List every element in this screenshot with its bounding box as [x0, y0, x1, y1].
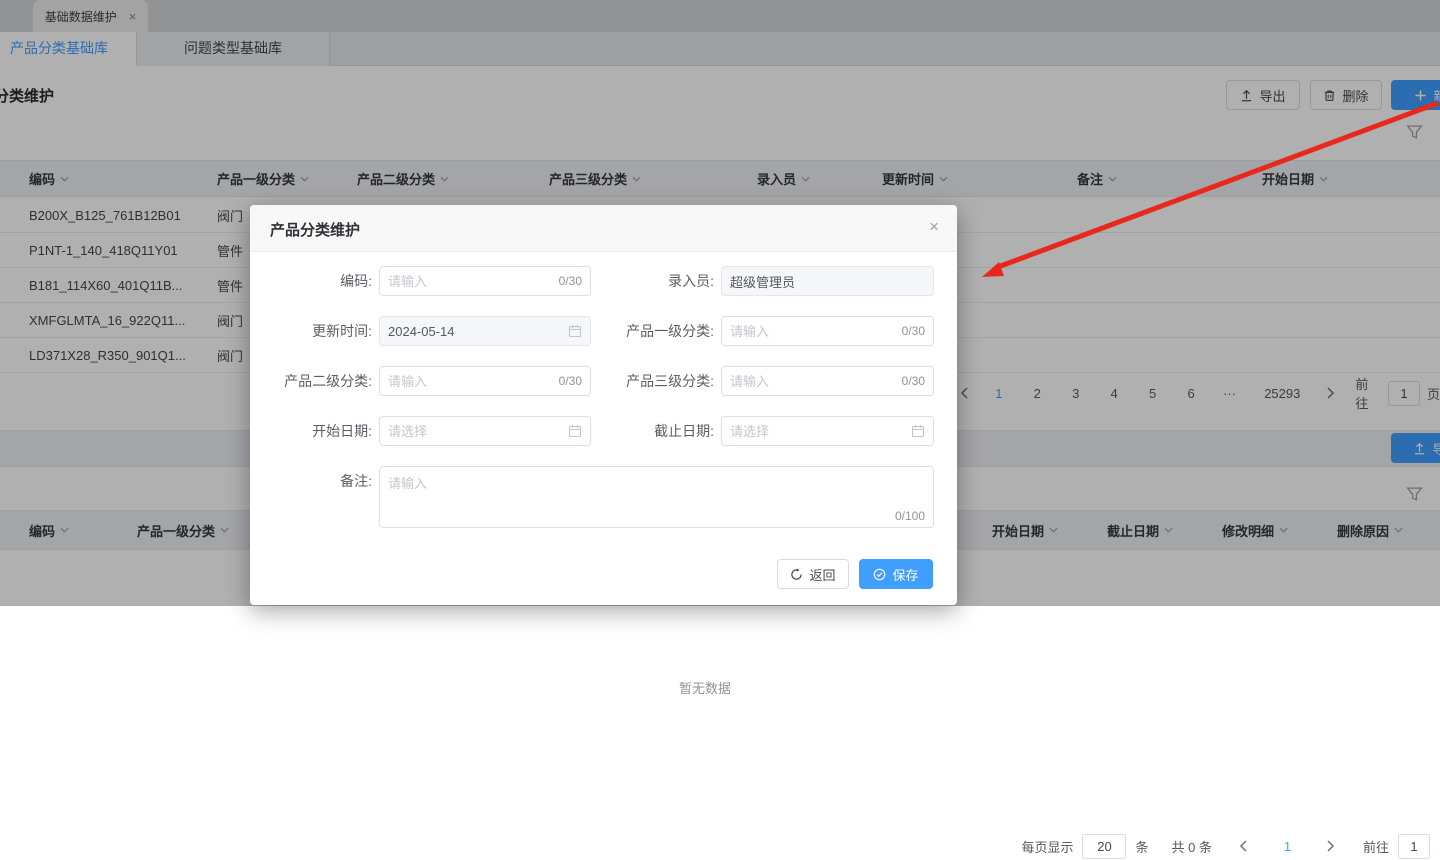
- level1-input[interactable]: [722, 323, 902, 339]
- level2-input-wrap: 0/30: [379, 366, 591, 396]
- field-label-operator: 录入员:: [668, 273, 714, 289]
- operator-input: [722, 273, 933, 289]
- update-time-input: [380, 323, 568, 339]
- field-label-update-time: 更新时间:: [312, 323, 372, 339]
- page: 基础数据维护 × 产品分类基础库 问题类型基础库 分类维护 导出 删除 新增: [0, 0, 1440, 860]
- next-page-icon[interactable]: [1316, 840, 1346, 852]
- field-label-start-date: 开始日期:: [312, 423, 372, 439]
- start-date-input[interactable]: [380, 423, 568, 439]
- goto-label: 前往: [1362, 839, 1389, 855]
- dialog-title: 产品分类维护: [270, 222, 361, 239]
- close-icon[interactable]: ×: [929, 217, 939, 237]
- dialog-form: 编码: 0/30 录入员: 更新时间: 产品一: [260, 266, 934, 528]
- page-number[interactable]: 1: [1268, 839, 1307, 854]
- start-date-picker[interactable]: [379, 416, 591, 446]
- calendar-icon: [911, 424, 925, 438]
- total-count: 共 0 条: [1171, 839, 1212, 855]
- undo-icon: [791, 568, 803, 580]
- per-page-label: 每页显示: [1021, 839, 1074, 855]
- end-date-input[interactable]: [722, 423, 911, 439]
- save-button[interactable]: 保存: [859, 559, 933, 589]
- char-counter: 0/30: [558, 274, 582, 288]
- char-counter: 0/30: [901, 374, 925, 388]
- remark-textarea-wrap: 0/100: [379, 466, 934, 528]
- field-label-level3: 产品三级分类:: [626, 373, 714, 389]
- char-counter: 0/30: [901, 324, 925, 338]
- calendar-icon: [568, 324, 582, 338]
- check-circle-icon: [874, 568, 886, 580]
- dialog-header: 产品分类维护 ×: [250, 205, 957, 252]
- field-label-level1: 产品一级分类:: [626, 323, 714, 339]
- table2-pagination: 每页显示 条 共 0 条 1 前往 页: [1021, 832, 1440, 860]
- remark-textarea[interactable]: [380, 467, 933, 505]
- char-counter: 0/100: [894, 509, 925, 523]
- char-counter: 0/30: [558, 374, 582, 388]
- level3-input[interactable]: [722, 373, 902, 389]
- level3-input-wrap: 0/30: [721, 366, 934, 396]
- back-label: 返回: [809, 567, 836, 583]
- product-category-dialog: 产品分类维护 × 编码: 0/30 录入员: 更新时间:: [250, 205, 957, 605]
- code-input[interactable]: [380, 273, 559, 289]
- empty-state-text: 暂无数据: [678, 681, 731, 696]
- level1-input-wrap: 0/30: [721, 316, 934, 346]
- field-label-level2: 产品二级分类:: [284, 373, 372, 389]
- field-label-code: 编码:: [340, 273, 372, 289]
- end-date-picker[interactable]: [721, 416, 934, 446]
- operator-input-wrap: [721, 266, 934, 296]
- calendar-icon: [568, 424, 582, 438]
- level2-input[interactable]: [380, 373, 559, 389]
- back-button[interactable]: 返回: [777, 559, 849, 589]
- update-time-input-wrap: [379, 316, 591, 346]
- field-label-end-date: 截止日期:: [654, 423, 714, 439]
- code-input-wrap: 0/30: [379, 266, 591, 296]
- dialog-footer: 返回 保存: [777, 559, 933, 589]
- per-page-unit: 条: [1135, 839, 1149, 855]
- prev-page-icon[interactable]: [1229, 840, 1259, 852]
- goto-page-input[interactable]: [1397, 833, 1430, 859]
- page-size-input[interactable]: [1082, 833, 1127, 859]
- field-label-remark: 备注:: [340, 473, 372, 489]
- save-label: 保存: [892, 567, 919, 583]
